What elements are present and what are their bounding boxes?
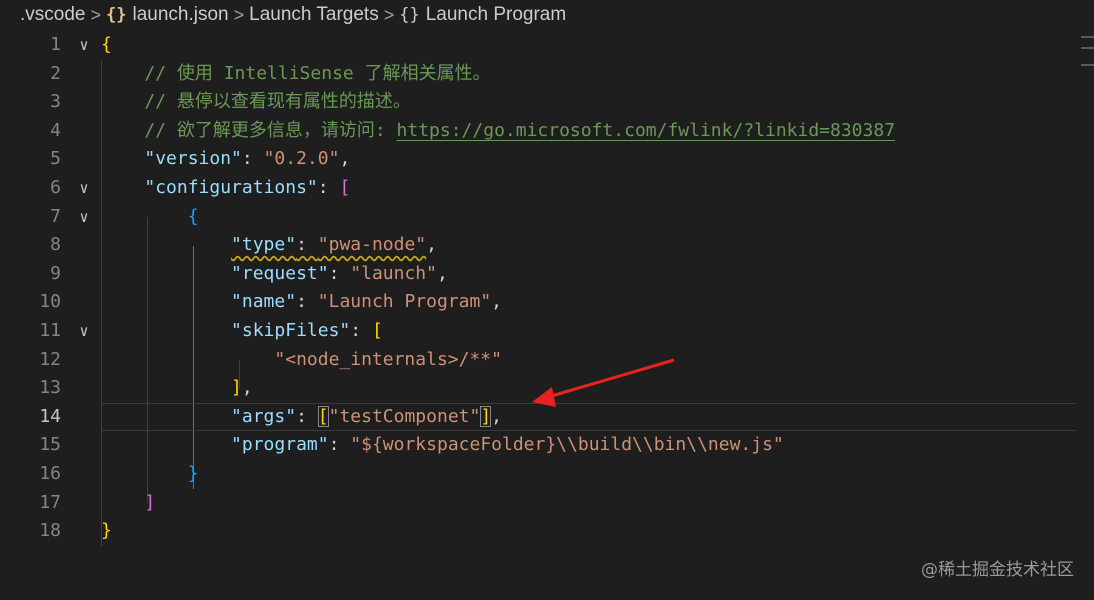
minimap-mark: [1081, 36, 1094, 38]
minimap-mark: [1081, 47, 1094, 49]
watermark: @稀土掘金技术社区: [921, 560, 1074, 580]
annotation-arrow: [532, 358, 675, 407]
minimap-mark: [1081, 64, 1094, 66]
